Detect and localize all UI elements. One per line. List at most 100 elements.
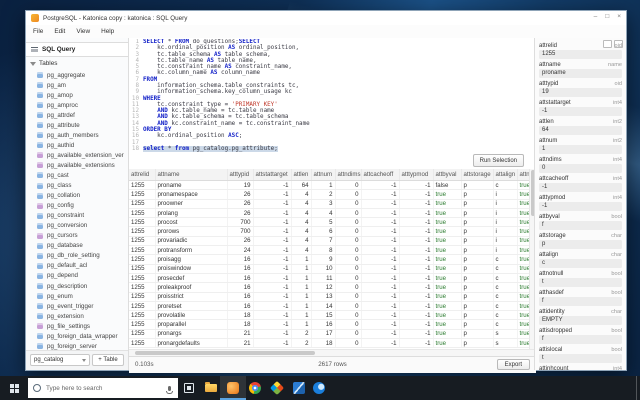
field-value-input[interactable]: -1 bbox=[539, 202, 622, 211]
sidebar-table-item[interactable]: pg_database bbox=[26, 241, 128, 251]
tables-section-header[interactable]: Tables bbox=[30, 60, 57, 67]
table-row[interactable]: 1255 protransform 24 -1 4 8 0 -1 -1 true p i true bbox=[129, 245, 529, 256]
field-value-input[interactable]: 1255 bbox=[539, 50, 622, 59]
table-row[interactable]: 1255 pronamespace 26 -1 4 2 0 -1 -1 true p i true bbox=[129, 189, 529, 200]
field-value-input[interactable]: EMPTY bbox=[539, 316, 622, 325]
field-value-input[interactable]: f bbox=[539, 297, 622, 306]
sidebar-table-item[interactable]: pg_description bbox=[26, 281, 128, 291]
sidebar-table-item[interactable]: pg_am bbox=[26, 80, 128, 90]
table-row[interactable]: 1255 proowner 26 -1 4 3 0 -1 -1 true p i true bbox=[129, 199, 529, 209]
desktop: PostgreSQL - Katonica copy : katonica : … bbox=[0, 0, 640, 400]
active-app-slot[interactable] bbox=[220, 376, 246, 400]
sidebar-table-item[interactable]: pg_event_trigger bbox=[26, 301, 128, 311]
sidebar-table-item[interactable]: pg_depend bbox=[26, 271, 128, 281]
sidebar-table-item[interactable]: pg_attrdef bbox=[26, 110, 128, 120]
sidebar-table-item[interactable]: pg_file_settings bbox=[26, 321, 128, 331]
horizontal-scrollbar[interactable] bbox=[129, 349, 536, 356]
add-table-button[interactable]: + Table bbox=[92, 354, 124, 366]
table-row[interactable]: 1255 prorows 700 -1 4 6 0 -1 -1 true p i true bbox=[129, 226, 529, 237]
edge-button[interactable] bbox=[312, 381, 326, 395]
pinwheel-app-button[interactable] bbox=[269, 380, 285, 396]
menu-item[interactable]: File bbox=[33, 28, 43, 35]
sidebar-table-item[interactable]: pg_foreign_data_wrapper bbox=[26, 331, 128, 341]
menu-item[interactable]: View bbox=[76, 28, 90, 35]
chrome-icon bbox=[249, 382, 261, 394]
table-row[interactable]: 1255 proretset 16 -1 1 14 0 -1 -1 true p c true bbox=[129, 301, 529, 312]
table-row[interactable]: 1255 prosecdef 16 -1 1 11 0 -1 -1 true p c true bbox=[129, 273, 529, 284]
start-button[interactable] bbox=[0, 376, 28, 400]
field-value-input[interactable]: proname bbox=[539, 69, 622, 78]
table-row[interactable]: 1255 provariadic 26 -1 4 7 0 -1 -1 true p i true bbox=[129, 236, 529, 247]
table-row[interactable]: 1255 proisagg 16 -1 1 9 0 -1 -1 true p c true bbox=[129, 254, 529, 265]
sidebar-table-item[interactable]: pg_class bbox=[26, 181, 128, 191]
schema-select[interactable]: pg_catalog bbox=[30, 354, 90, 366]
table-row[interactable]: 1255 proleakproof 16 -1 1 12 0 -1 -1 true p c true bbox=[129, 282, 529, 293]
field-value-input[interactable]: f bbox=[539, 221, 622, 230]
field-type-label: int4 bbox=[612, 366, 622, 370]
field-value-input[interactable]: t bbox=[539, 278, 622, 287]
table-row[interactable]: 1255 pronargdefaults 21 -1 2 18 0 -1 -1 true p s tru… bbox=[129, 338, 529, 349]
field-type-label: bool bbox=[611, 214, 622, 220]
sidebar-table-item[interactable]: pg_default_acl bbox=[26, 261, 128, 271]
file-explorer-button[interactable] bbox=[204, 381, 218, 395]
sidebar-table-item[interactable]: pg_amop bbox=[26, 90, 128, 100]
export-button[interactable]: Export bbox=[496, 359, 530, 370]
field-value-input[interactable]: t bbox=[539, 354, 622, 363]
menu-item[interactable]: Help bbox=[101, 28, 114, 35]
sidebar-table-item[interactable]: pg_enum bbox=[26, 291, 128, 301]
table-row[interactable]: 1255 proname 19 -1 64 1 0 -1 -1 false p c true bbox=[129, 180, 529, 191]
table-row[interactable]: 1255 proparallel 18 -1 1 16 0 -1 -1 true p c true bbox=[129, 319, 529, 330]
field-value-input[interactable]: -1 bbox=[539, 107, 622, 116]
titlebar[interactable]: PostgreSQL - Katonica copy : katonica : … bbox=[26, 11, 626, 25]
field-value-input[interactable]: 64 bbox=[539, 126, 622, 135]
close-button[interactable]: × bbox=[617, 13, 621, 20]
table-name-label: pg_attrdef bbox=[47, 111, 75, 119]
sidebar-table-item[interactable]: pg_aggregate bbox=[26, 70, 128, 80]
tableplus-app-button[interactable] bbox=[226, 381, 240, 395]
minimize-button[interactable]: – bbox=[594, 13, 598, 20]
vscode-button[interactable] bbox=[292, 381, 306, 395]
field-value-input[interactable]: 1 bbox=[539, 145, 622, 154]
grid-header-row[interactable]: attrelid attname atttypid attstattarget attl… bbox=[129, 169, 529, 181]
sidebar-table-item[interactable]: pg_extension bbox=[26, 311, 128, 321]
table-row[interactable]: 1255 provolatile 18 -1 1 15 0 -1 -1 true p c true bbox=[129, 310, 529, 321]
taskbar-search[interactable]: Type here to search bbox=[28, 378, 178, 398]
table-row[interactable]: 1255 pronargs 21 -1 2 17 0 -1 -1 true p s true bbox=[129, 329, 529, 340]
sidebar-table-item[interactable]: pg_db_role_setting bbox=[26, 251, 128, 261]
sql-editor[interactable]: 1 SELECT * FROM do_questions;SELECT 2 kc.o… bbox=[129, 39, 529, 153]
field-value-input[interactable]: 19 bbox=[539, 88, 622, 97]
menu-item[interactable]: Edit bbox=[54, 28, 65, 35]
field-value-input[interactable]: 0 bbox=[539, 164, 622, 173]
sidebar-table-item[interactable]: pg_auth_members bbox=[26, 130, 128, 140]
sidebar-table-item[interactable]: pg_attribute bbox=[26, 120, 128, 130]
field-value-input[interactable]: f bbox=[539, 335, 622, 344]
maximize-button[interactable]: □ bbox=[605, 13, 609, 20]
sidebar-table-item[interactable]: pg_config bbox=[26, 201, 128, 211]
task-view-button[interactable] bbox=[182, 381, 196, 395]
chrome-button[interactable] bbox=[248, 381, 262, 395]
sidebar-table-item[interactable]: pg_constraint bbox=[26, 211, 128, 221]
microphone-icon[interactable] bbox=[166, 385, 173, 394]
run-selection-button[interactable]: Run Selection bbox=[472, 154, 524, 167]
table-row[interactable]: 1255 procost 700 -1 4 5 0 -1 -1 true p i true bbox=[129, 217, 529, 228]
sidebar-table-item[interactable]: pg_available_extensions bbox=[26, 160, 128, 170]
table-row[interactable]: 1255 proiswindow 16 -1 1 10 0 -1 -1 true p c true bbox=[129, 264, 529, 274]
table-row[interactable]: 1255 prolang 26 -1 4 4 0 -1 -1 true p i true bbox=[129, 208, 529, 219]
table-row[interactable]: 1255 proisstrict 16 -1 1 13 0 -1 -1 true p c true bbox=[129, 292, 529, 302]
disclosure-triangle-icon bbox=[30, 61, 36, 66]
sidebar-table-item[interactable]: pg_cast bbox=[26, 170, 128, 180]
field-value-input[interactable]: c bbox=[539, 259, 622, 268]
sidebar-table-item[interactable]: pg_cursors bbox=[26, 231, 128, 241]
sidebar-table-item[interactable]: pg_authid bbox=[26, 140, 128, 150]
sidebar-table-item[interactable]: pg_amproc bbox=[26, 100, 128, 110]
sidebar-table-item[interactable]: pg_conversion bbox=[26, 221, 128, 231]
sidebar-item-sql-query[interactable]: SQL Query bbox=[26, 42, 128, 57]
record-field: attstorage char p bbox=[539, 232, 622, 251]
sidebar-table-item[interactable]: pg_collation bbox=[26, 191, 128, 201]
sidebar-table-item[interactable]: pg_available_extension_ver bbox=[26, 150, 128, 160]
field-value-input[interactable]: -1 bbox=[539, 183, 622, 192]
field-value-input[interactable]: p bbox=[539, 240, 622, 249]
sidebar-table-item[interactable]: pg_foreign_server bbox=[26, 341, 128, 350]
horizontal-scrollbar-thumb[interactable] bbox=[135, 351, 315, 355]
show-desktop-button[interactable] bbox=[636, 376, 640, 400]
